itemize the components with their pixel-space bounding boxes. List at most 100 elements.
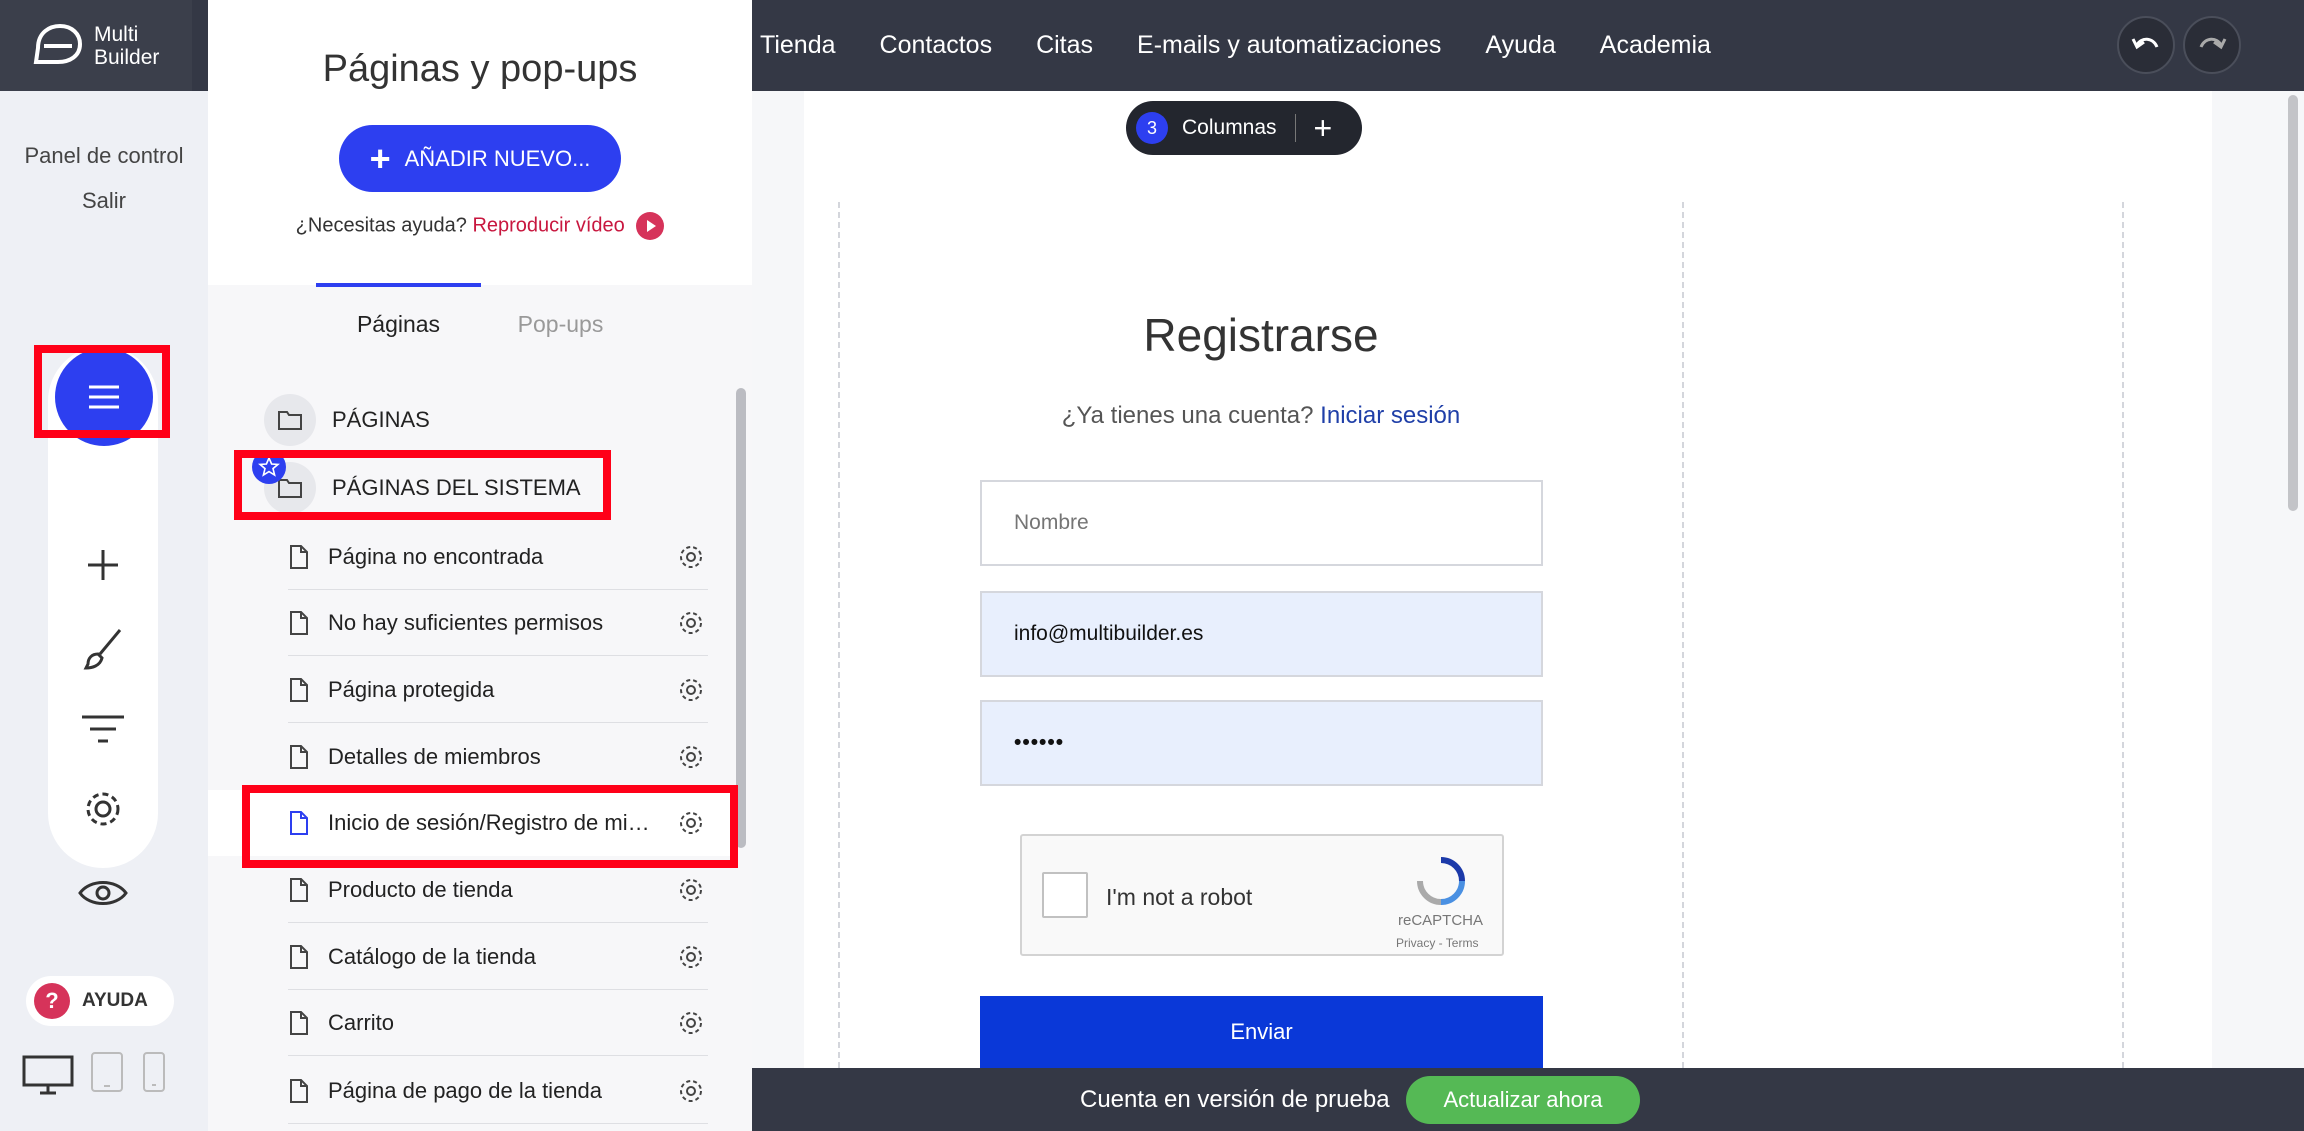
page-item[interactable]: Detalles de miembros [288,724,708,790]
captcha-label: I'm not a robot [1106,884,1253,910]
left-rail: Panel de control Salir ? AYUDA [0,91,208,1131]
page-label: Producto de tienda [328,876,513,902]
bottom-bar: Cuenta en versión de prueba Actualizar a… [752,1068,2304,1131]
highlight-box [234,450,611,520]
submit-button[interactable]: Enviar [980,996,1543,1068]
have-account-text: ¿Ya tienes una cuenta? [1061,402,1314,429]
email-input[interactable]: info@multibuilder.es [980,591,1543,677]
highlight-box [242,785,738,868]
top-nav: Tienda Contactos Citas E-mails y automat… [760,0,1711,91]
file-icon [290,1078,308,1103]
add-column-icon[interactable]: + [1314,112,1333,144]
nav-contactos[interactable]: Contactos [880,31,993,60]
tab-popups[interactable]: Pop-ups [478,311,643,338]
help-icon: ? [34,983,70,1019]
highlight-box [34,345,170,438]
redo-icon [2199,37,2227,50]
page-label: Página protegida [328,676,495,702]
gear-icon[interactable] [678,544,704,570]
plus-icon: + [369,137,391,179]
folder-label: PÁGINAS [332,407,430,432]
help-button[interactable]: ? AYUDA [26,976,174,1026]
recaptcha-icon [1417,857,1465,905]
file-icon [290,1010,308,1035]
nav-emails[interactable]: E-mails y automatizaciones [1137,31,1441,60]
file-icon [290,544,308,569]
captcha-terms[interactable]: Privacy - Terms [1396,936,1478,950]
panel-scrollbar[interactable] [736,388,746,848]
help-line: ¿Necesitas ayuda? Reproducir vídeo [208,212,752,240]
columns-count: 3 [1136,112,1168,144]
logo-text: Multi Builder [94,23,159,69]
nav-citas[interactable]: Citas [1036,31,1093,60]
page-item[interactable]: No hay suficientes permisos [288,590,708,656]
name-input[interactable] [980,480,1543,566]
filter-icon[interactable] [76,702,130,756]
columns-chip[interactable]: 3 Columnas + [1126,101,1362,155]
page-item[interactable]: Catálogo de la tienda [288,924,708,990]
logo[interactable]: Multi Builder [0,0,192,91]
page-item[interactable]: Página protegida [288,657,708,723]
password-input[interactable]: •••••• [980,700,1543,786]
gear-icon[interactable] [76,782,130,836]
play-video-link[interactable]: Reproducir vídeo [472,214,624,236]
page-item[interactable]: Carrito [288,990,708,1056]
nav-ayuda[interactable]: Ayuda [1485,31,1555,60]
gear-icon[interactable] [678,677,704,703]
login-prompt: ¿Ya tienes una cuenta? Iniciar sesión [838,402,1684,430]
gear-icon[interactable] [678,1010,704,1036]
logo-line2: Builder [94,45,160,69]
mobile-icon[interactable] [142,1051,166,1093]
gear-icon[interactable] [678,610,704,636]
gear-icon[interactable] [678,744,704,770]
page-label: Página no encontrada [328,543,544,569]
undo-button[interactable] [2117,16,2175,74]
gear-icon[interactable] [678,944,704,970]
captcha-checkbox[interactable] [1042,872,1088,918]
add-new-label: AÑADIR NUEVO... [404,145,591,171]
undo-icon [2131,37,2159,50]
device-switcher [22,1051,182,1101]
upgrade-button[interactable]: Actualizar ahora [1406,1076,1640,1124]
panel-tabs: Páginas Pop-ups [208,285,752,365]
file-icon [290,677,308,702]
page-item[interactable]: Página no encontrada [288,524,708,590]
help-label: AYUDA [82,990,148,1011]
plus-icon[interactable] [76,538,130,592]
play-icon[interactable] [636,212,665,240]
folder-paginas[interactable]: PÁGINAS [264,394,430,446]
pages-panel: Páginas y pop-ups + AÑADIR NUEVO... ¿Nec… [208,0,752,1131]
file-icon [290,744,308,769]
logo-line1: Multi [94,22,139,46]
columns-label: Columnas [1182,116,1277,139]
file-icon [290,944,308,969]
trial-text: Cuenta en versión de prueba [1080,1086,1390,1113]
desktop-icon[interactable] [22,1055,74,1095]
add-new-button[interactable]: + AÑADIR NUEVO... [339,125,621,192]
help-question: ¿Necesitas ayuda? [295,214,467,237]
page-label: Carrito [328,1009,395,1035]
form-title: Registrarse [1143,309,1379,361]
logout-link[interactable]: Salir [0,178,208,223]
gear-icon[interactable] [678,877,704,903]
tab-paginas[interactable]: Páginas [316,311,481,338]
logo-icon [33,23,83,64]
captcha-brand: reCAPTCHA [1398,912,1484,929]
recaptcha: I'm not a robot reCAPTCHA Privacy - Term… [1020,834,1504,956]
panel-header: Páginas y pop-ups + AÑADIR NUEVO... ¿Nec… [208,0,752,285]
canvas-scrollbar[interactable] [2288,95,2298,511]
column-guide [2122,202,2124,1068]
login-link[interactable]: Iniciar sesión [1320,402,1460,429]
nav-academia[interactable]: Academia [1600,31,1711,60]
tablet-icon[interactable] [90,1051,124,1093]
chip-divider [1294,114,1296,142]
page-label: Catálogo de la tienda [328,943,536,969]
page-item[interactable]: Página de pago de la tienda [288,1058,708,1124]
dashboard-link[interactable]: Panel de control [0,133,208,178]
gear-icon[interactable] [678,1078,704,1104]
nav-tienda[interactable]: Tienda [760,31,836,60]
eye-icon[interactable] [76,866,130,920]
folder-icon [264,394,316,446]
brush-icon[interactable] [76,622,130,676]
redo-button[interactable] [2183,16,2241,74]
